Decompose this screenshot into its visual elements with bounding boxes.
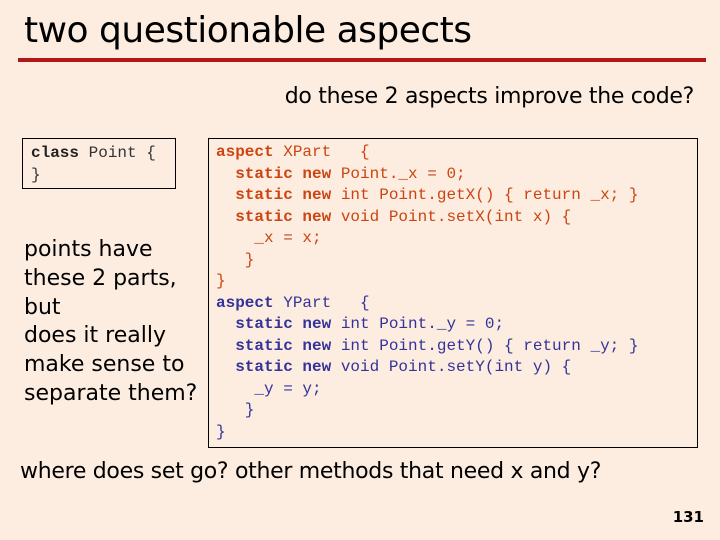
- aspect-xpart-line: static new void Point.setX(int x) {: [235, 207, 572, 226]
- side-text-line: points have: [24, 237, 153, 262]
- aspect-keyword: aspect: [216, 293, 274, 312]
- aspect-name: XPart {: [273, 143, 370, 161]
- side-text-line: but: [24, 294, 61, 320]
- title-underline: [18, 58, 706, 62]
- aspect-xpart-line: static new int Point.getX() { return _x;…: [235, 186, 639, 204]
- slide-subtitle: do these 2 aspects improve the code?: [284, 84, 695, 109]
- aspect-xpart-header: aspect XPart {: [216, 142, 697, 164]
- aspect-ypart-line: static new int Point._y = 0;: [235, 315, 505, 333]
- side-text-line: these 2 parts,: [24, 265, 177, 291]
- aspect-xpart-line: static new Point._x = 0;: [235, 164, 466, 183]
- aspect-ypart-close-inner: }: [216, 401, 255, 419]
- class-close-brace: }: [31, 165, 41, 184]
- class-point-code-box: class Point {}: [22, 138, 176, 189]
- aspect-ypart-line: static new int Point.getY() { return _y;…: [235, 336, 639, 355]
- aspect-code-box: aspect XPart { static new Point._x = 0; …: [208, 138, 698, 448]
- aspect-name: YPart {: [273, 293, 370, 312]
- side-question-text: points have these 2 parts, but does it r…: [24, 236, 197, 409]
- page-number: 131: [672, 508, 704, 526]
- aspect-xpart-close-inner: }: [216, 250, 255, 269]
- class-keyword: class: [31, 144, 80, 162]
- side-text-line: separate them?: [24, 380, 198, 406]
- class-declaration: Point {: [79, 144, 156, 162]
- aspect-ypart-line: static new void Point.setY(int y) {: [235, 358, 572, 376]
- side-text-line: make sense to: [24, 352, 185, 378]
- aspect-ypart-body: _y = y;: [216, 379, 322, 398]
- side-text-line: does it really: [24, 323, 166, 349]
- aspect-xpart-close-outer: }: [216, 272, 226, 290]
- aspect-xpart-body: _x = x;: [216, 229, 322, 247]
- slide-title: two questionable aspects: [24, 10, 472, 51]
- aspect-ypart-close-outer: }: [216, 422, 226, 441]
- aspect-ypart-header: aspect YPart {: [216, 293, 697, 315]
- bottom-question-text: where does set go? other methods that ne…: [20, 459, 602, 484]
- aspect-keyword: aspect: [216, 143, 274, 161]
